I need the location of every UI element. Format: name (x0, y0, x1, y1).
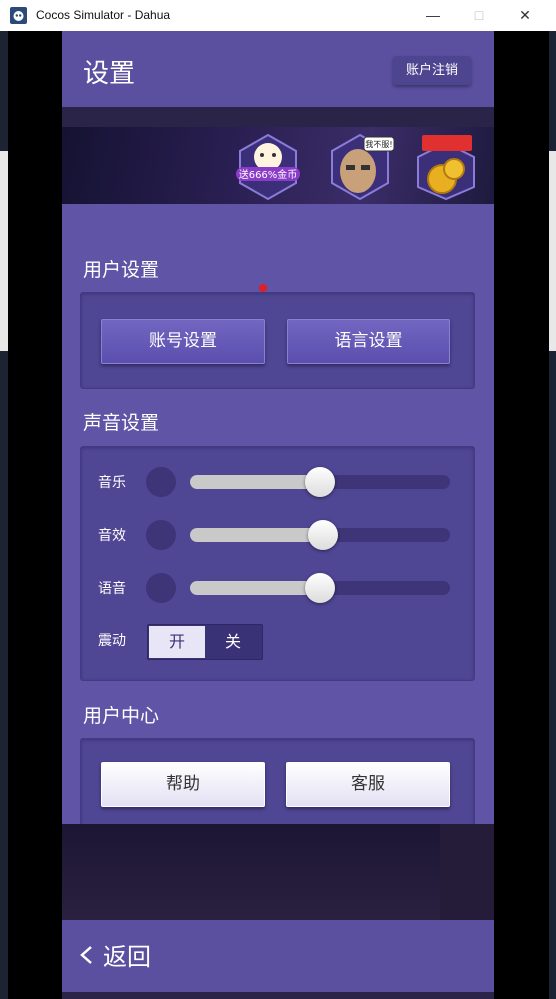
sfx-slider[interactable] (190, 520, 450, 550)
logout-button[interactable]: 账户注销 (393, 56, 471, 85)
promo-banner[interactable]: 送666%金币 我不服! (62, 127, 494, 204)
music-icon[interactable] (146, 467, 176, 497)
cocos-app-icon (10, 7, 27, 24)
music-slider-fill (190, 475, 320, 489)
language-settings-button[interactable]: 语言设置 (287, 319, 450, 364)
back-button[interactable]: 返回 (103, 937, 151, 972)
minimize-button[interactable]: — (410, 0, 456, 31)
sound-settings-title: 声音设置 (83, 412, 160, 434)
face-bubble-text: 我不服! (365, 139, 392, 149)
voice-slider[interactable] (190, 573, 450, 603)
back-chevron-icon[interactable] (76, 944, 98, 966)
music-label: 音乐 (98, 475, 126, 491)
customer-service-button[interactable]: 客服 (286, 762, 450, 807)
account-settings-button[interactable]: 账号设置 (101, 319, 265, 364)
maximize-button[interactable]: □ (456, 0, 502, 31)
game-settings-screen: 设置 账户注销 送666%金币 我不服! 用户设置 账号设置 语言设置 声音设置… (62, 31, 494, 999)
sfx-slider-fill (190, 528, 323, 542)
sfx-icon[interactable] (146, 520, 176, 550)
lucky-cat-promo-icon[interactable]: 送666%金币 (234, 133, 302, 201)
face-promo-icon[interactable]: 我不服! (326, 133, 394, 201)
help-button[interactable]: 帮助 (101, 762, 265, 807)
vibration-off-option[interactable]: 关 (205, 626, 261, 658)
voice-slider-handle[interactable] (305, 573, 335, 603)
vibration-on-option[interactable]: 开 (149, 626, 205, 658)
footer-bar: 返回 (62, 920, 494, 992)
scene-wall (440, 824, 494, 920)
music-slider-handle[interactable] (305, 467, 335, 497)
voice-label: 语音 (98, 581, 126, 597)
game-scene-background (62, 824, 494, 920)
background-window-right (548, 151, 556, 351)
close-button[interactable]: ✕ (502, 0, 548, 31)
page-title: 设置 (83, 59, 136, 89)
user-center-title: 用户中心 (83, 705, 160, 727)
notification-dot (259, 284, 267, 292)
vibration-label: 震动 (98, 633, 126, 649)
sfx-label: 音效 (98, 528, 126, 544)
window-titlebar: Cocos Simulator - Dahua — □ ✕ (0, 0, 556, 31)
voice-icon[interactable] (146, 573, 176, 603)
settings-panel: 用户设置 账号设置 语言设置 声音设置 音乐 音效 语音 震动 开 关 用户中心… (62, 204, 494, 835)
gold-coins-promo-icon[interactable] (412, 133, 480, 201)
settings-header: 设置 账户注销 (62, 31, 494, 107)
sfx-slider-handle[interactable] (307, 520, 338, 550)
voice-slider-fill (190, 581, 320, 595)
background-window-left (0, 151, 8, 351)
vibration-toggle[interactable]: 开 关 (147, 624, 263, 660)
music-slider[interactable] (190, 467, 450, 497)
user-settings-title: 用户设置 (83, 259, 160, 281)
window-title: Cocos Simulator - Dahua (36, 8, 171, 22)
banner-promo-text: 送666%金币 (239, 168, 298, 181)
